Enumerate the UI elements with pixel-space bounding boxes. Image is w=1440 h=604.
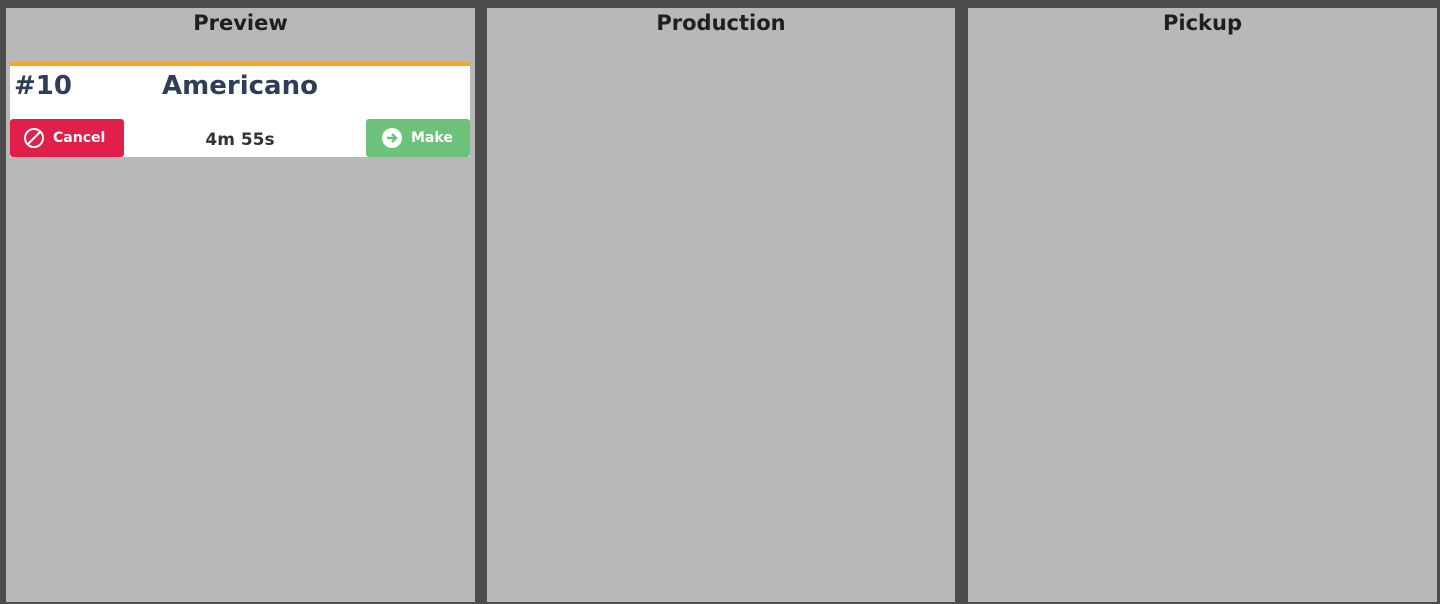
- production-column-title: Production: [656, 11, 786, 35]
- order-card: #10 Americano Cancel 4m 55s Make: [10, 62, 470, 157]
- make-button[interactable]: Make: [366, 119, 470, 157]
- arrow-right-circle-icon: [381, 127, 403, 149]
- make-button-label: Make: [411, 130, 453, 146]
- preview-column: Preview #10 Americano Cancel 4m 55s Make: [6, 8, 475, 602]
- preview-column-title: Preview: [193, 11, 288, 35]
- production-column: Production: [487, 8, 955, 602]
- order-board: Preview #10 Americano Cancel 4m 55s Make…: [0, 0, 1440, 604]
- pickup-column: Pickup: [968, 8, 1437, 602]
- order-item-name: Americano: [162, 71, 318, 101]
- order-number: #10: [14, 71, 72, 101]
- pickup-column-title: Pickup: [1163, 11, 1242, 35]
